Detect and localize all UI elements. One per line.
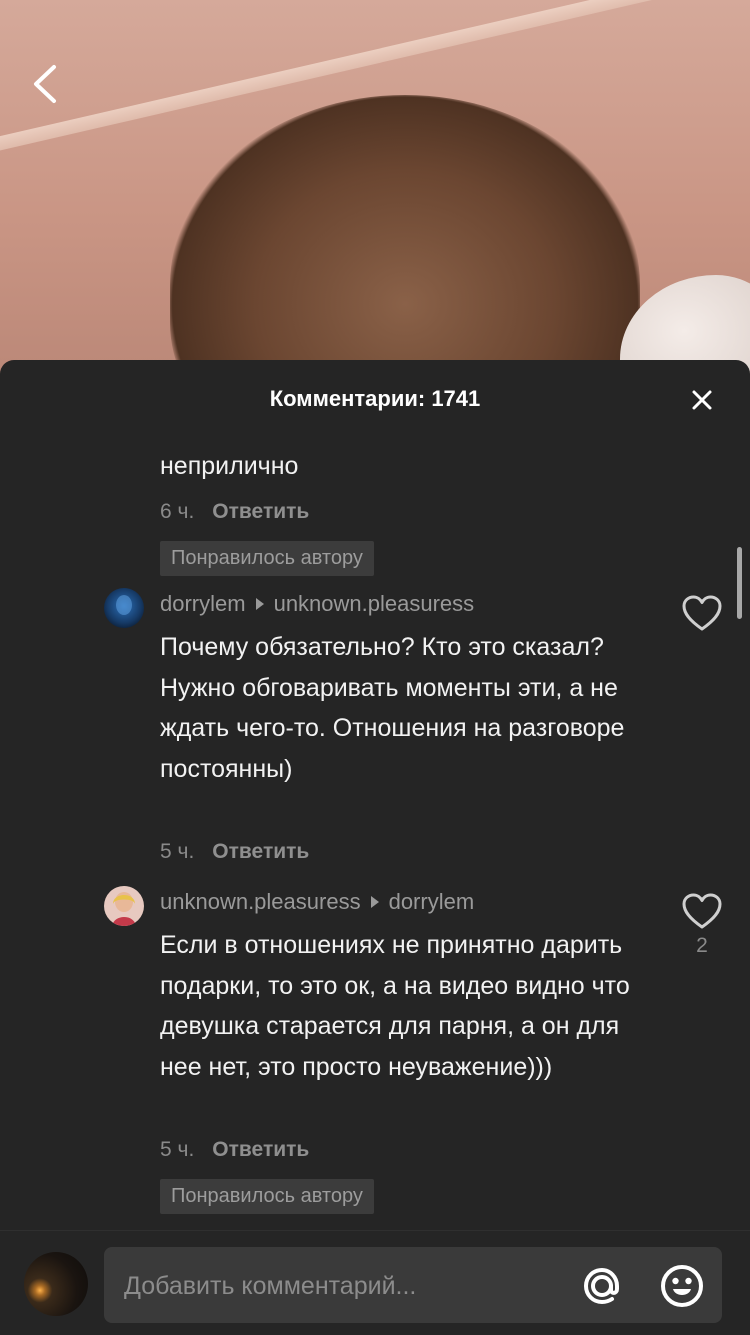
comment-text: Почему обязательно? Кто это сказал? Нужн… [160, 633, 625, 783]
comments-sheet: Комментарии: 1741 неприлично 6 ч. Ответи… [0, 360, 750, 1334]
comment-text: Если в отношениях не принятно дарить под… [160, 931, 630, 1081]
reply-button[interactable]: Ответить [212, 840, 309, 864]
comment-text: неприлично [160, 452, 299, 480]
smiley-icon [661, 1265, 703, 1307]
reply-arrow-icon [370, 896, 379, 908]
chevron-left-icon [34, 65, 56, 103]
comment-input[interactable] [122, 1247, 566, 1325]
avatar[interactable] [104, 588, 144, 628]
avatar[interactable] [104, 886, 144, 926]
emoji-button[interactable] [658, 1262, 706, 1310]
reply-arrow-icon [255, 598, 264, 610]
comment-time: 6 ч. [160, 500, 195, 523]
close-icon [692, 390, 712, 410]
like-button[interactable] [681, 594, 723, 634]
comment-meta: 6 ч. Ответить [160, 500, 309, 524]
mention-button[interactable] [578, 1262, 626, 1310]
video-background [0, 0, 750, 400]
comment-time: 5 ч. [160, 840, 195, 863]
video-person-hair [170, 95, 640, 400]
like-button[interactable] [681, 892, 723, 932]
liked-by-author-badge: Понравилось автору [160, 541, 374, 576]
comment-author[interactable]: dorrylem [160, 591, 246, 617]
comments-title: Комментарии: 1741 [269, 386, 481, 411]
avatar-image [104, 588, 144, 628]
close-button[interactable] [684, 382, 720, 418]
comment-author-row: dorrylem unknown.pleasuress [160, 591, 474, 617]
comment-author-row: unknown.pleasuress dorrylem [160, 889, 474, 915]
comments-list[interactable]: неприлично 6 ч. Ответить Понравилось авт… [0, 426, 750, 1230]
comment-composer [0, 1230, 750, 1335]
reply-button[interactable]: Ответить [212, 500, 309, 524]
avatar-image [104, 886, 144, 926]
liked-by-author-badge: Понравилось автору [160, 1179, 374, 1214]
like-count: 2 [696, 934, 708, 957]
comment-author[interactable]: unknown.pleasuress [160, 889, 361, 915]
reply-button[interactable]: Ответить [212, 1138, 309, 1162]
at-sign-icon [583, 1267, 619, 1305]
comment-meta: 5 ч. Ответить [160, 1138, 309, 1162]
comment-meta: 5 ч. Ответить [160, 840, 309, 864]
back-button[interactable] [26, 60, 70, 108]
heart-outline-icon [682, 595, 722, 631]
my-avatar [24, 1252, 88, 1316]
comment-input-container[interactable] [104, 1247, 722, 1325]
reply-to-user[interactable]: dorrylem [389, 889, 475, 915]
reply-to-user[interactable]: unknown.pleasuress [274, 591, 475, 617]
comment-time: 5 ч. [160, 1138, 195, 1161]
scrollbar[interactable] [737, 547, 742, 619]
heart-outline-icon [682, 893, 722, 929]
